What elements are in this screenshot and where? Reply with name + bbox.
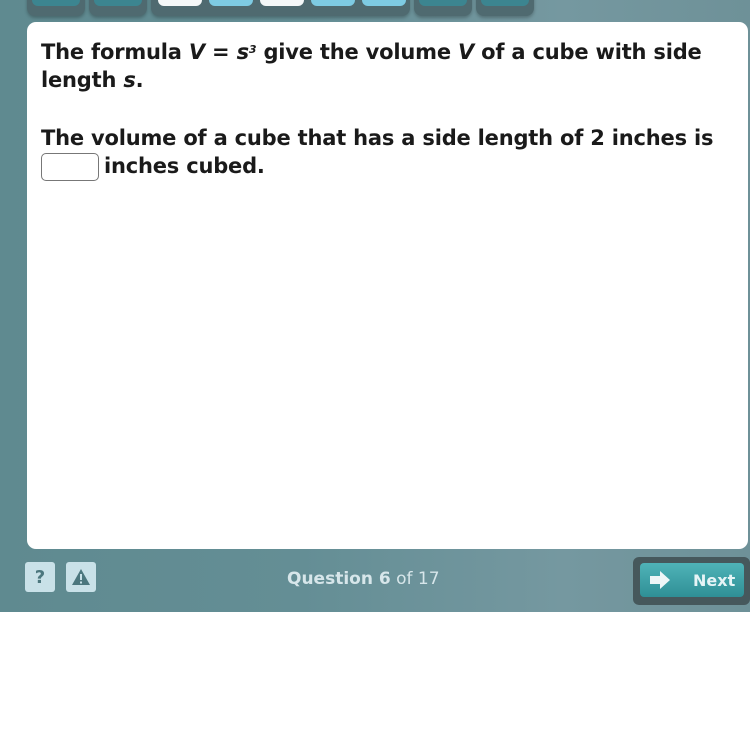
question-progress: Question 6 of 17 [287,569,440,589]
text: s [236,40,250,64]
variable-s: s [123,68,136,92]
question-navigation [0,0,750,18]
next-button[interactable]: Next [640,563,744,597]
help-icon: ? [34,566,46,588]
nav-question-button[interactable] [158,0,202,6]
variable-v: V [457,40,475,64]
nav-group [414,0,472,16]
help-button[interactable]: ? [25,562,55,592]
text: of [390,569,418,589]
question-prompt: The volume of a cube that has a side len… [41,124,721,181]
question-card: The formula V = s3 give the volume V of … [27,22,748,549]
variable-v: V [188,40,205,64]
nav-group [151,0,410,16]
nav-group [89,0,147,16]
text: The formula [41,40,189,64]
nav-group [476,0,534,16]
text: give the volume [256,40,458,64]
nav-question-button[interactable] [209,0,253,6]
text: inches cubed. [104,154,265,178]
next-label: Next [693,570,736,590]
question-stem: The formula V = s3 give the volume V of … [41,38,721,94]
nav-question-button[interactable] [311,0,355,6]
nav-group [27,0,85,16]
assessment-app: The formula V = s3 give the volume V of … [0,0,750,612]
nav-question-button[interactable] [481,0,529,6]
nav-question-button[interactable] [419,0,467,6]
current-question: 6 [378,569,391,589]
exponent: 3 [248,43,257,56]
total-questions: 17 [417,569,440,589]
question-text: The formula V = s3 give the volume V of … [41,38,721,211]
footer-bar: ? Question 6 of 17 Next [0,549,750,612]
report-button[interactable] [66,562,96,592]
nav-question-button[interactable] [94,0,142,6]
arrow-right-icon [650,571,670,589]
next-button-frame: Next [633,557,750,605]
answer-input[interactable] [41,153,99,181]
nav-question-button[interactable] [362,0,406,6]
warning-icon [72,569,90,585]
nav-question-button-current[interactable] [260,0,304,6]
text: The volume of a cube that has a side len… [41,126,714,150]
text: . [135,68,144,92]
nav-question-button[interactable] [32,0,80,6]
text: Question [287,569,379,589]
text: = [204,40,237,64]
variable-s: s3 [237,40,257,64]
